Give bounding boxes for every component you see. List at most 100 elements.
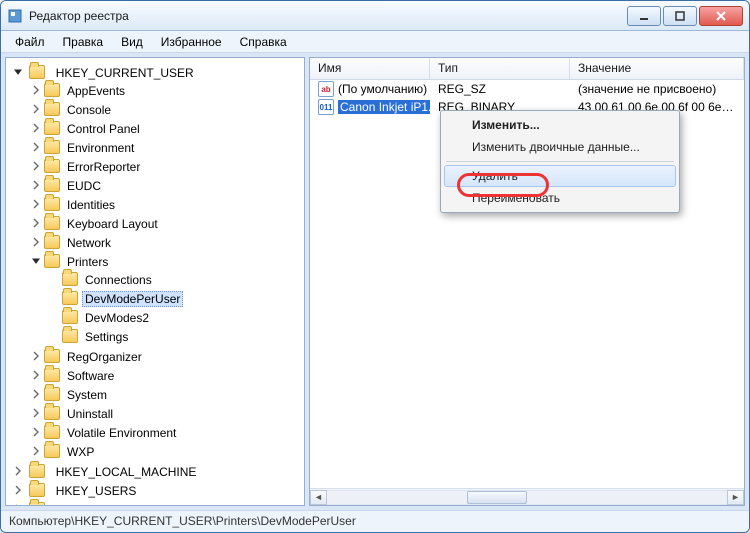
expand-icon[interactable]	[30, 84, 42, 96]
list-header: Имя Тип Значение	[310, 58, 744, 80]
scroll-left-button[interactable]: ◄	[310, 490, 327, 505]
scroll-right-button[interactable]: ►	[727, 490, 744, 505]
expand-icon[interactable]	[48, 311, 60, 323]
tree-node[interactable]: Connections	[48, 269, 302, 288]
expand-icon[interactable]	[30, 407, 42, 419]
expand-icon[interactable]	[30, 217, 42, 229]
expand-icon[interactable]	[30, 141, 42, 153]
tree-label: DevModePerUser	[82, 291, 183, 307]
tree-node-hkcc[interactable]: HKEY_CURRENT_CONFIG	[12, 499, 302, 506]
tree-label: AppEvents	[64, 83, 128, 99]
close-button[interactable]	[699, 6, 743, 26]
window-title: Редактор реестра	[29, 9, 627, 23]
expand-icon[interactable]	[30, 103, 42, 115]
scroll-thumb[interactable]	[467, 491, 527, 504]
folder-icon	[44, 197, 60, 211]
expand-icon[interactable]	[30, 388, 42, 400]
tree-node[interactable]: Control Panel	[30, 118, 302, 137]
menu-file[interactable]: Файл	[7, 33, 53, 51]
tree-node[interactable]: WXP	[30, 441, 302, 460]
value-type: REG_SZ	[430, 82, 570, 96]
tree-node-hklm[interactable]: HKEY_LOCAL_MACHINE	[12, 461, 302, 480]
expand-icon[interactable]	[12, 503, 24, 506]
tree-label: HKEY_CURRENT_USER	[53, 65, 197, 81]
window: Редактор реестра Файл Правка Вид Избранн…	[0, 0, 750, 533]
tree-node[interactable]: EUDC	[30, 175, 302, 194]
app-icon	[7, 8, 23, 24]
expand-icon[interactable]	[12, 465, 24, 477]
tree-label: Identities	[64, 197, 118, 213]
tree-node[interactable]: Volatile Environment	[30, 422, 302, 441]
tree-label: Volatile Environment	[64, 425, 179, 441]
tree-node[interactable]: Console	[30, 99, 302, 118]
folder-icon	[29, 65, 45, 79]
expand-icon[interactable]	[30, 122, 42, 134]
tree-node[interactable]: Uninstall	[30, 403, 302, 422]
tree-node[interactable]: Environment	[30, 137, 302, 156]
col-header-name[interactable]: Имя	[310, 58, 430, 79]
expand-icon[interactable]	[48, 273, 60, 285]
context-menu-item[interactable]: Удалить	[444, 165, 676, 187]
tree-node[interactable]: RegOrganizer	[30, 346, 302, 365]
folder-icon	[44, 102, 60, 116]
menubar: Файл Правка Вид Избранное Справка	[1, 31, 749, 53]
expand-icon[interactable]	[48, 330, 60, 342]
menu-edit[interactable]: Правка	[55, 33, 112, 51]
expand-icon[interactable]	[30, 160, 42, 172]
tree-label: Console	[64, 102, 114, 118]
context-menu-item[interactable]: Изменить...	[444, 114, 676, 136]
expand-icon[interactable]	[12, 66, 24, 78]
value-name: Canon Inkjet iP1...	[338, 100, 430, 114]
tree-node[interactable]: Identities	[30, 194, 302, 213]
horizontal-scrollbar[interactable]: ◄ ►	[310, 488, 744, 505]
tree-node[interactable]: DevModes2	[48, 307, 302, 326]
expand-icon[interactable]	[30, 426, 42, 438]
tree-node[interactable]: System	[30, 384, 302, 403]
tree-node-hku[interactable]: HKEY_USERS	[12, 480, 302, 499]
tree-pane[interactable]: HKEY_CURRENT_USER AppEvents Console Contro…	[5, 57, 305, 506]
tree-label: Control Panel	[64, 121, 143, 137]
tree-label: Environment	[64, 140, 137, 156]
expand-icon[interactable]	[48, 292, 60, 304]
tree-label: WXP	[64, 444, 97, 460]
tree-node-hkcu[interactable]: HKEY_CURRENT_USER AppEvents Console Contro…	[12, 62, 302, 461]
binary-value-icon: 011	[318, 99, 334, 115]
tree-node[interactable]: Software	[30, 365, 302, 384]
tree-node[interactable]: Keyboard Layout	[30, 213, 302, 232]
tree-label: RegOrganizer	[64, 349, 145, 365]
tree-node[interactable]: Network	[30, 232, 302, 251]
tree-node[interactable]: AppEvents	[30, 80, 302, 99]
scroll-track[interactable]	[327, 490, 727, 505]
col-header-type[interactable]: Тип	[430, 58, 570, 79]
menu-favorites[interactable]: Избранное	[153, 33, 230, 51]
tree-label: Keyboard Layout	[64, 216, 161, 232]
minimize-button[interactable]	[627, 6, 661, 26]
list-body[interactable]: ab(По умолчанию)REG_SZ(значение не присв…	[310, 80, 744, 488]
tree-node[interactable]: Settings	[48, 326, 302, 345]
expand-icon[interactable]	[12, 484, 24, 496]
context-menu-item[interactable]: Переименовать	[444, 187, 676, 209]
maximize-button[interactable]	[663, 6, 697, 26]
expand-icon[interactable]	[30, 236, 42, 248]
statusbar: Компьютер\HKEY_CURRENT_USER\Printers\Dev…	[1, 510, 749, 532]
value-row[interactable]: ab(По умолчанию)REG_SZ(значение не присв…	[310, 80, 744, 98]
menu-view[interactable]: Вид	[113, 33, 151, 51]
expand-icon[interactable]	[30, 445, 42, 457]
expand-icon[interactable]	[30, 198, 42, 210]
tree-node[interactable]: DevModePerUser	[48, 288, 302, 307]
menu-help[interactable]: Справка	[232, 33, 295, 51]
context-menu-item[interactable]: Изменить двоичные данные...	[444, 136, 676, 158]
tree-label: Uninstall	[64, 406, 116, 422]
expand-icon[interactable]	[30, 369, 42, 381]
folder-icon	[44, 216, 60, 230]
tree-label: System	[64, 387, 110, 403]
tree-label: Software	[64, 368, 117, 384]
folder-icon	[29, 502, 45, 506]
expand-icon[interactable]	[30, 350, 42, 362]
expand-icon[interactable]	[30, 179, 42, 191]
col-header-value[interactable]: Значение	[570, 58, 744, 79]
tree-node[interactable]: PrintersConnectionsDevModePerUserDevMode…	[30, 251, 302, 346]
tree-label: EUDC	[64, 178, 104, 194]
tree-node[interactable]: ErrorReporter	[30, 156, 302, 175]
expand-icon[interactable]	[30, 255, 42, 267]
